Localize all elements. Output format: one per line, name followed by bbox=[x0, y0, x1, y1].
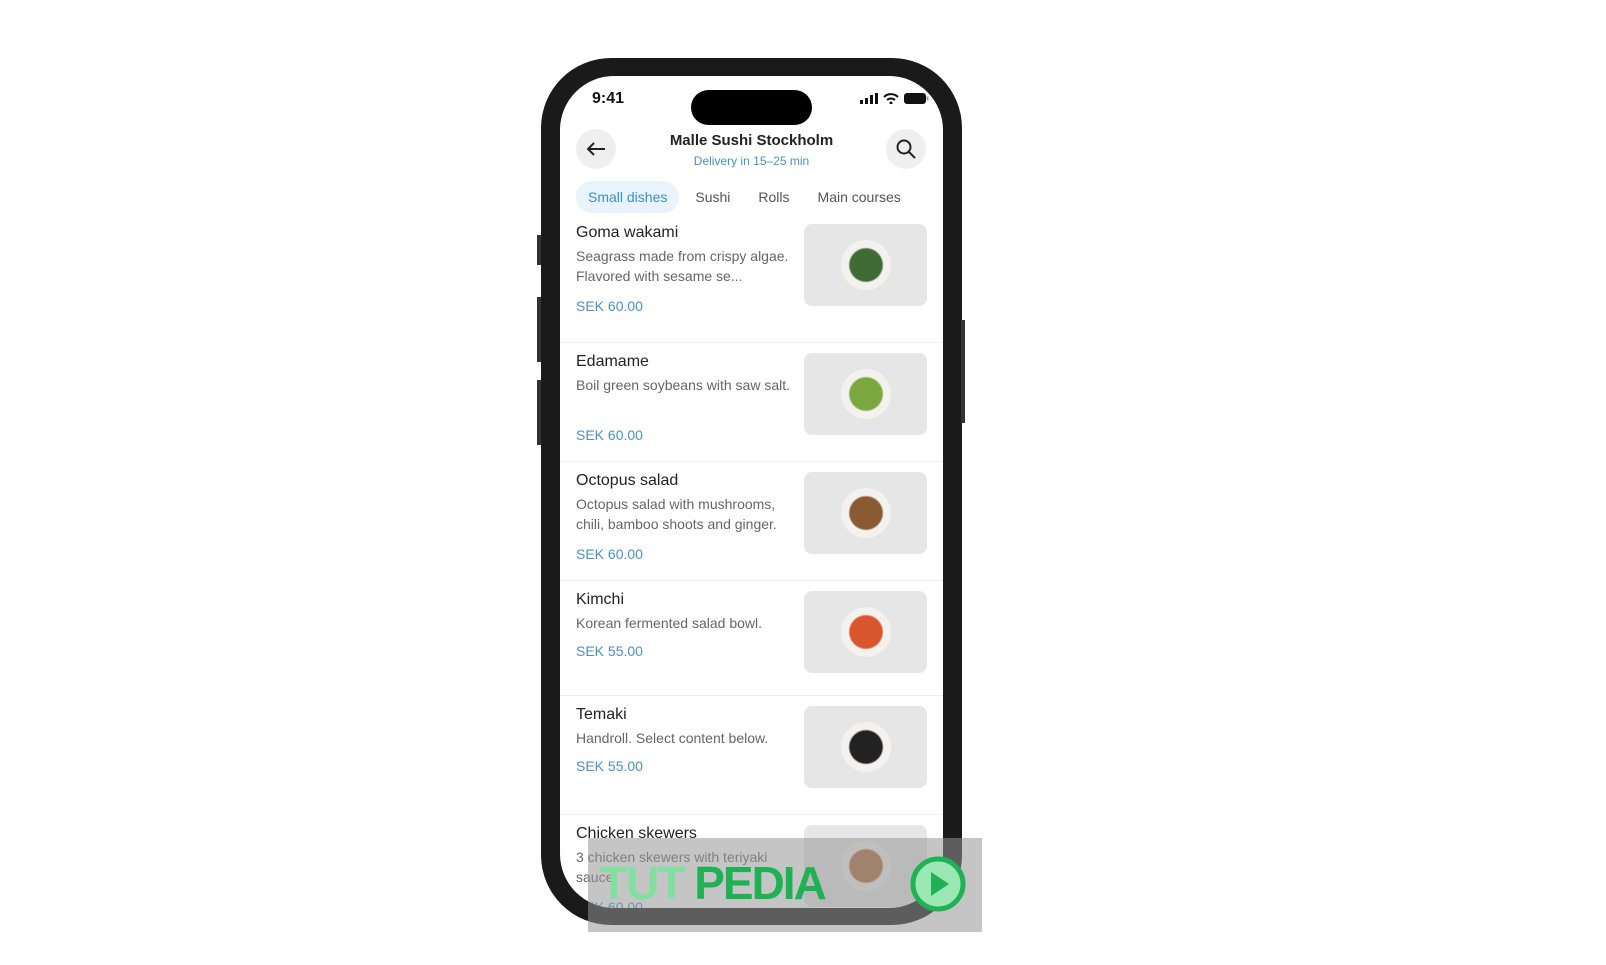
search-icon bbox=[896, 139, 916, 159]
item-description: Korean fermented salad bowl. bbox=[576, 615, 762, 631]
item-price: SEK 55.00 bbox=[576, 643, 643, 659]
item-price: SEK 60.00 bbox=[576, 298, 643, 314]
volume-down-button bbox=[537, 380, 541, 445]
item-description: Seagrass made from crispy algae. Flavore… bbox=[576, 248, 789, 284]
item-name: Edamame bbox=[576, 353, 649, 370]
item-price: SEK 55.00 bbox=[576, 758, 643, 774]
screen: 9:41 Malle Sushi Stockholm Delivery in 1… bbox=[560, 76, 943, 908]
watermark-logo: TUT PEDIA bbox=[600, 856, 827, 910]
dish-photo bbox=[840, 240, 891, 290]
menu-item[interactable]: Temaki Handroll. Select content below. S… bbox=[560, 696, 943, 815]
item-price: SEK 60.00 bbox=[576, 546, 643, 562]
item-name: Temaki bbox=[576, 706, 627, 723]
dish-photo bbox=[840, 607, 891, 657]
item-name: Octopus salad bbox=[576, 472, 679, 489]
watermark: TUT PEDIA bbox=[588, 838, 982, 932]
dish-photo bbox=[840, 488, 891, 538]
status-icons bbox=[860, 93, 929, 104]
delivery-time: Delivery in 15–25 min bbox=[693, 154, 810, 168]
play-icon bbox=[910, 856, 966, 912]
mute-switch bbox=[537, 235, 541, 265]
item-price: SEK 60.00 bbox=[576, 427, 643, 443]
menu-list: Goma wakami Seagrass made from crispy al… bbox=[560, 224, 943, 908]
item-description: Octopus salad with mushrooms, chili, bam… bbox=[576, 496, 777, 532]
dish-photo bbox=[840, 369, 891, 419]
category-tabs: Small dishes Sushi Rolls Main courses bbox=[576, 181, 913, 213]
tab-rolls[interactable]: Rolls bbox=[746, 181, 801, 213]
tab-main-courses[interactable]: Main courses bbox=[806, 181, 913, 213]
menu-item[interactable]: Edamame Boil green soybeans with saw sal… bbox=[560, 343, 943, 462]
tab-sushi[interactable]: Sushi bbox=[683, 181, 742, 213]
dish-photo bbox=[840, 722, 891, 772]
battery-icon bbox=[904, 93, 929, 104]
item-image bbox=[804, 224, 927, 306]
dynamic-island bbox=[691, 90, 812, 125]
watermark-text-a: TUT bbox=[600, 857, 685, 909]
item-image bbox=[804, 591, 927, 673]
power-button bbox=[961, 320, 965, 423]
item-image bbox=[804, 472, 927, 554]
volume-up-button bbox=[537, 297, 541, 362]
watermark-text-b: PEDIA bbox=[694, 857, 827, 909]
tab-small-dishes[interactable]: Small dishes bbox=[576, 181, 680, 213]
item-description: Handroll. Select content below. bbox=[576, 730, 769, 746]
item-image bbox=[804, 353, 927, 435]
item-description: Boil green soybeans with saw salt. bbox=[576, 377, 790, 393]
menu-item[interactable]: Goma wakami Seagrass made from crispy al… bbox=[560, 224, 943, 343]
item-name: Goma wakami bbox=[576, 224, 679, 241]
search-button[interactable] bbox=[886, 129, 926, 169]
signal-icon bbox=[860, 93, 878, 104]
item-image bbox=[804, 706, 927, 788]
wifi-icon bbox=[883, 93, 899, 104]
menu-item[interactable]: Octopus salad Octopus salad with mushroo… bbox=[560, 462, 943, 581]
menu-item[interactable]: Kimchi Korean fermented salad bowl. SEK … bbox=[560, 581, 943, 696]
status-time: 9:41 bbox=[592, 90, 625, 107]
item-name: Kimchi bbox=[576, 591, 625, 608]
